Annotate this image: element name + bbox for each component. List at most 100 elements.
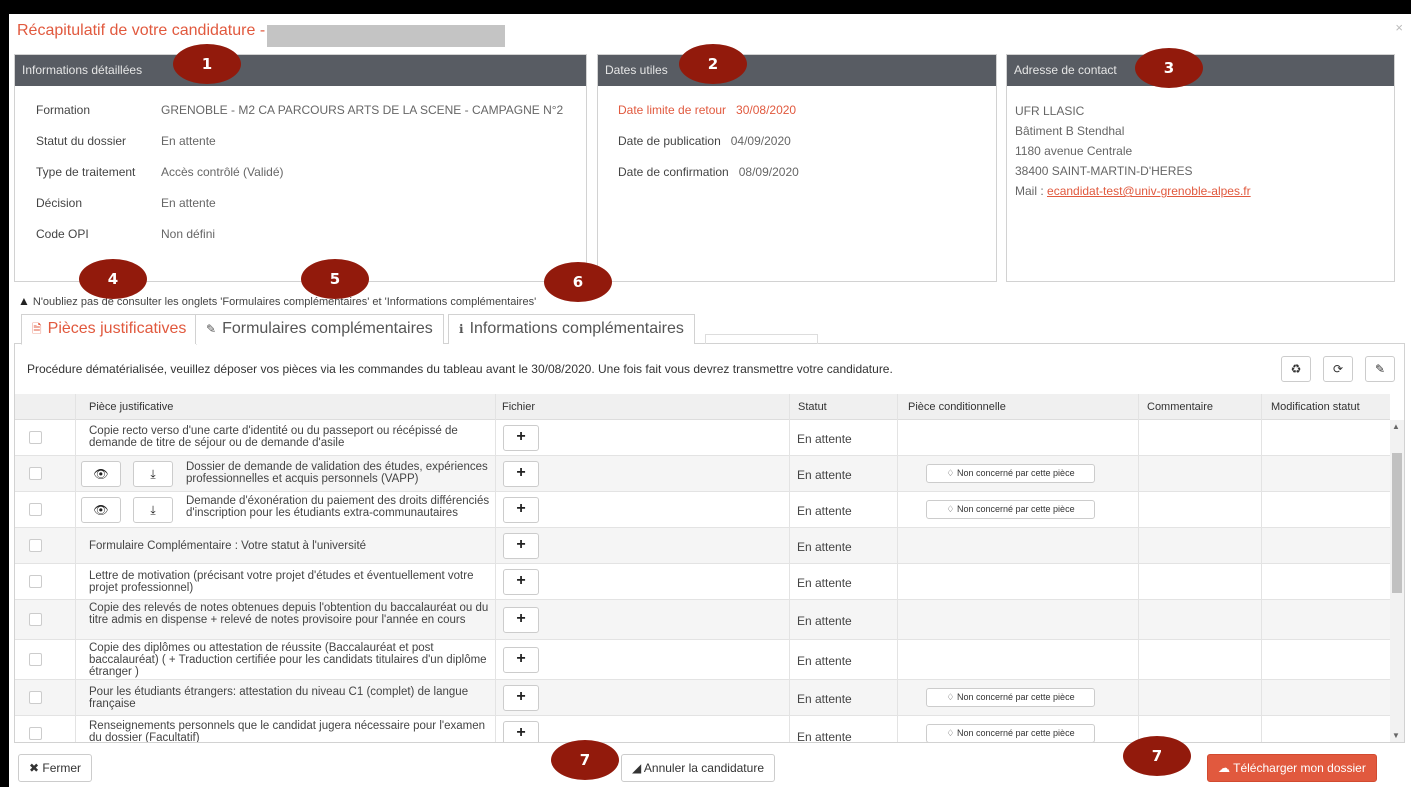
add-file-button[interactable]: +	[503, 685, 539, 711]
tab-formulaires[interactable]: ✎ Formulaires complémentaires	[195, 314, 444, 344]
view-button[interactable]: 👁	[81, 497, 121, 523]
refresh-icon: ⟳	[1332, 362, 1344, 376]
plus-icon: +	[516, 500, 526, 517]
dates-panel-header: Dates utiles	[598, 55, 996, 86]
status-text: En attente	[797, 576, 852, 590]
table-row: Copie des diplômes ou attestation de réu…	[15, 640, 1390, 680]
add-file-button[interactable]: +	[503, 721, 539, 742]
eye-icon: 👁	[93, 467, 109, 481]
col-divider	[75, 394, 76, 742]
non-concerne-button[interactable]: ♢ Non concerné par cette pièce	[926, 724, 1095, 742]
table-scrollbar[interactable]: ▲ ▼	[1390, 420, 1404, 742]
col-divider	[897, 394, 898, 742]
row-checkbox[interactable]	[29, 467, 42, 480]
piece-label: Demande d'éxonération du paiement des dr…	[186, 495, 490, 519]
row-checkbox[interactable]	[29, 653, 42, 666]
badge-7-download: 7	[1123, 736, 1191, 776]
document-icon: 🗎	[32, 322, 42, 336]
candidature-modal: Récapitulatif de votre candidature - × I…	[9, 14, 1411, 787]
piece-label: Pour les étudiants étrangers: attestatio…	[89, 686, 469, 710]
download-file-button[interactable]: ⤓	[133, 461, 173, 487]
piece-label: Lettre de motivation (précisant votre pr…	[89, 570, 474, 594]
download-dossier-button[interactable]: ☁ Télécharger mon dossier	[1207, 754, 1377, 782]
th-piece[interactable]: Pièce justificative	[89, 401, 173, 413]
add-file-button[interactable]: +	[503, 497, 539, 523]
th-fichier[interactable]: Fichier	[502, 401, 535, 413]
pieces-table: Pièce justificative Fichier Statut Pièce…	[15, 394, 1404, 742]
tab-hidden[interactable]	[705, 334, 818, 344]
non-concerne-button[interactable]: ♢ Non concerné par cette pièce	[926, 688, 1095, 707]
recycle-button[interactable]: ♻	[1281, 356, 1311, 382]
info-panel: Informations détaillées Formation GRENOBL…	[14, 54, 587, 282]
th-conditionnelle[interactable]: Pièce conditionnelle	[908, 401, 1006, 413]
piece-label: Dossier de demande de validation des étu…	[186, 461, 488, 485]
thumbs-down-icon: ♢	[946, 728, 957, 738]
plus-icon: +	[516, 464, 526, 481]
row-checkbox[interactable]	[29, 431, 42, 444]
add-file-button[interactable]: +	[503, 569, 539, 595]
status-text: En attente	[797, 692, 852, 706]
scroll-down-icon[interactable]: ▼	[1392, 731, 1400, 740]
non-concerne-button[interactable]: ♢ Non concerné par cette pièce	[926, 500, 1095, 519]
add-file-button[interactable]: +	[503, 461, 539, 487]
badge-3: 3	[1135, 48, 1203, 88]
contact-mail-link[interactable]: ecandidat-test@univ-grenoble-alpes.fr	[1047, 184, 1251, 198]
tab-informations[interactable]: ℹ Informations complémentaires	[448, 314, 695, 344]
table-header: Pièce justificative Fichier Statut Pièce…	[15, 394, 1390, 420]
dates-panel: Dates utiles Date limite de retour 30/08/…	[597, 54, 997, 282]
col-divider	[789, 394, 790, 742]
row-checkbox[interactable]	[29, 575, 42, 588]
th-statut[interactable]: Statut	[798, 401, 827, 413]
th-commentaire[interactable]: Commentaire	[1147, 401, 1213, 413]
badge-2: 2	[679, 44, 747, 84]
date-confirmation: Date de confirmation 08/09/2020	[618, 165, 799, 179]
info-row-type: Type de traitement Accès contrôlé (Validé…	[36, 165, 284, 179]
date-limite: Date limite de retour 30/08/2020	[618, 103, 797, 117]
thumbs-down-icon: ♢	[946, 504, 957, 514]
table-row: Pour les étudiants étrangers: attestatio…	[15, 680, 1390, 716]
info-row-statut: Statut du dossier En attente	[36, 134, 216, 148]
close-button[interactable]: ✖ Fermer	[18, 754, 93, 782]
scroll-up-icon[interactable]: ▲	[1392, 422, 1400, 431]
tab-pieces-justificatives[interactable]: 🗎 Pièces justificatives	[21, 314, 198, 345]
col-divider	[1261, 394, 1262, 742]
th-modification[interactable]: Modification statut	[1271, 401, 1360, 413]
add-file-button[interactable]: +	[503, 607, 539, 633]
row-checkbox[interactable]	[29, 691, 42, 704]
cloud-download-icon: ☁	[1218, 761, 1234, 775]
row-checkbox[interactable]	[29, 503, 42, 516]
contact-panel: Adresse de contact UFR LLASIC Bâtiment B…	[1006, 54, 1395, 282]
row-checkbox[interactable]	[29, 539, 42, 552]
refresh-button[interactable]: ⟳	[1323, 356, 1353, 382]
scroll-thumb[interactable]	[1392, 453, 1402, 593]
edit-icon: ✎	[206, 322, 217, 336]
info-panel-header: Informations détaillées	[15, 55, 586, 86]
status-text: En attente	[797, 432, 852, 446]
row-checkbox[interactable]	[29, 727, 42, 740]
status-text: En attente	[797, 654, 852, 668]
status-text: En attente	[797, 540, 852, 554]
download-file-button[interactable]: ⤓	[133, 497, 173, 523]
thumbs-down-icon: ♢	[946, 468, 957, 478]
add-file-button[interactable]: +	[503, 533, 539, 559]
edit-button[interactable]: ✎	[1365, 356, 1395, 382]
view-button[interactable]: 👁	[81, 461, 121, 487]
close-icon[interactable]: ×	[1395, 20, 1403, 35]
add-file-button[interactable]: +	[503, 425, 539, 451]
cancel-candidature-button[interactable]: ◢ Annuler la candidature	[621, 754, 775, 782]
plus-icon: +	[516, 724, 526, 741]
non-concerne-button[interactable]: ♢ Non concerné par cette pièce	[926, 464, 1095, 483]
download-icon: ⤓	[150, 467, 156, 481]
close-icon: ✖	[29, 761, 43, 775]
badge-7-cancel: 7	[551, 740, 619, 780]
add-file-button[interactable]: +	[503, 647, 539, 673]
row-checkbox[interactable]	[29, 613, 42, 626]
info-row-formation: Formation GRENOBLE - M2 CA PARCOURS ARTS …	[36, 103, 564, 117]
plus-icon: +	[516, 428, 526, 445]
piece-label: Copie recto verso d'une carte d'identité…	[89, 425, 458, 449]
eye-icon: 👁	[93, 503, 109, 517]
status-text: En attente	[797, 730, 852, 742]
plus-icon: +	[516, 536, 526, 553]
col-divider	[495, 394, 496, 742]
status-text: En attente	[797, 504, 852, 518]
